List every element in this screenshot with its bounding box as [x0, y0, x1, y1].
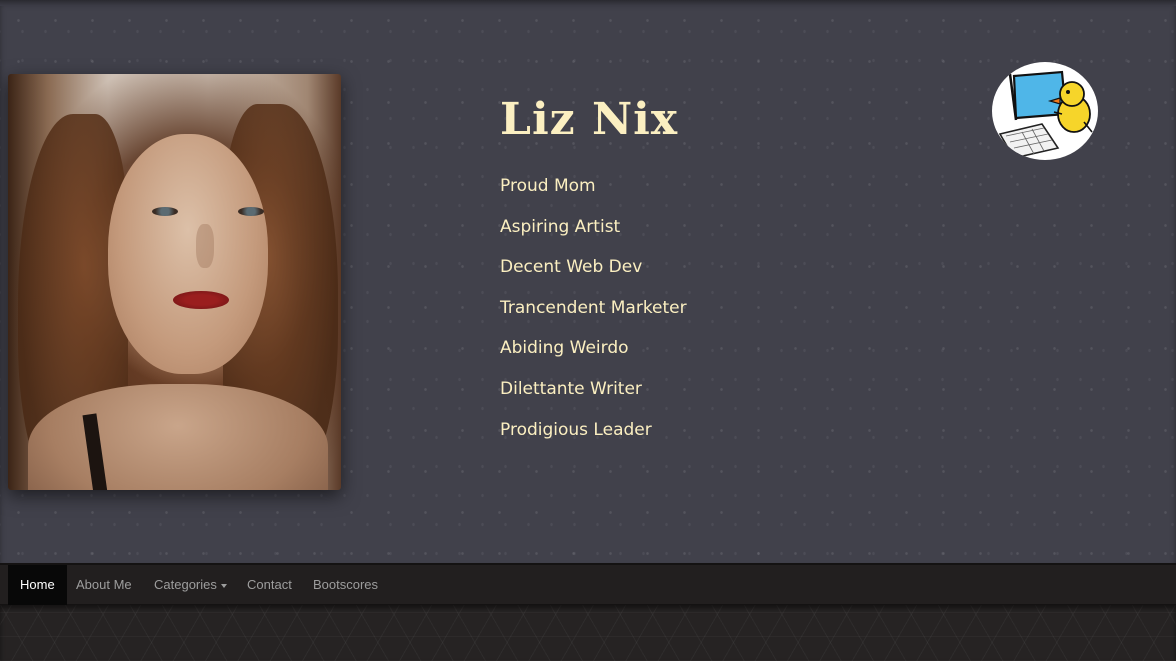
caret-down-icon	[220, 583, 227, 588]
role-item: Prodigious Leader	[500, 419, 652, 440]
profile-photo	[8, 74, 341, 490]
footer-pattern	[0, 605, 1176, 661]
role-item: Proud Mom	[500, 176, 596, 196]
role-item: Abiding Weirdo	[500, 338, 629, 359]
duck-icon	[998, 70, 1093, 159]
nav-categories-label: Categories	[154, 577, 217, 592]
nav-about-me[interactable]: About Me	[64, 565, 144, 605]
nav-contact[interactable]: Contact	[235, 565, 304, 605]
role-item: Dilettante Writer	[500, 378, 642, 399]
nav-home[interactable]: Home	[8, 565, 67, 605]
role-item: Trancendent Marketer	[500, 297, 687, 318]
role-item: Aspiring Artist	[500, 216, 621, 237]
hero-section: Liz Nix Proud Mom Aspiring Artist Decent…	[0, 0, 1176, 563]
role-item: Decent Web Dev	[500, 257, 643, 278]
nav-categories-dropdown[interactable]: Categories	[142, 565, 239, 605]
duck-at-computer-logo[interactable]	[992, 62, 1098, 160]
main-navbar: Home About Me Categories Contact Bootsco…	[0, 563, 1176, 605]
role-list: Proud Mom Aspiring Artist Decent Web Dev…	[500, 175, 687, 459]
top-strip	[0, 0, 1176, 6]
nav-bootscores[interactable]: Bootscores	[301, 565, 390, 605]
profile-name: Liz Nix	[500, 94, 679, 145]
